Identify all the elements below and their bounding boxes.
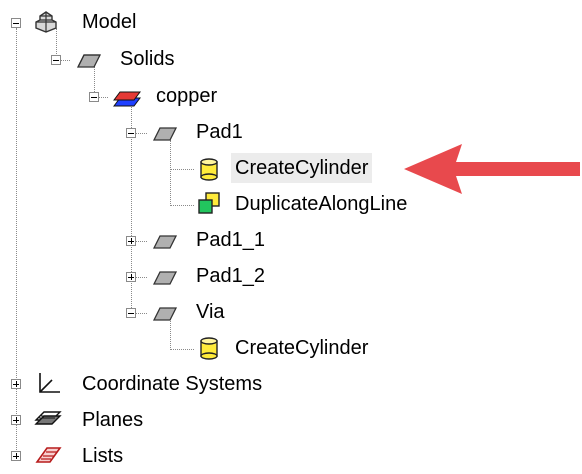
tree-line xyxy=(170,169,194,170)
pad1-label[interactable]: Pad1 xyxy=(196,117,243,147)
solid-icon xyxy=(150,264,178,288)
material-icon xyxy=(112,84,141,108)
pad1-duplicatealongline-label[interactable]: DuplicateAlongLine xyxy=(235,189,407,219)
coordinate-systems-expander[interactable] xyxy=(11,379,21,389)
via-expander[interactable] xyxy=(126,308,136,318)
coordinate-systems-label[interactable]: Coordinate Systems xyxy=(82,369,262,399)
via-label[interactable]: Via xyxy=(196,297,225,327)
coordinate-axes-icon xyxy=(34,370,62,394)
planes-expander[interactable] xyxy=(11,415,21,425)
tree-line xyxy=(170,205,194,206)
pad1-1-label[interactable]: Pad1_1 xyxy=(196,225,265,255)
planes-label[interactable]: Planes xyxy=(82,405,143,435)
model-label[interactable]: Model xyxy=(82,7,136,37)
model-tree: Model Solids copper Pad1 CreateCylinder … xyxy=(0,0,582,470)
via-createcylinder-label[interactable]: CreateCylinder xyxy=(235,333,368,363)
solid-icon xyxy=(150,120,178,144)
list-icon xyxy=(34,442,62,466)
cylinder-icon xyxy=(196,335,224,360)
pad1-1-expander[interactable] xyxy=(126,236,136,246)
pad1-2-expander[interactable] xyxy=(126,272,136,282)
duplicate-icon xyxy=(196,190,224,214)
cylinder-icon xyxy=(196,156,224,181)
model-icon xyxy=(32,10,60,34)
tree-line xyxy=(170,349,194,350)
tree-line xyxy=(170,140,171,204)
copper-label[interactable]: copper xyxy=(156,81,217,111)
tree-line xyxy=(16,28,17,456)
solids-expander[interactable] xyxy=(51,55,61,65)
model-expander[interactable] xyxy=(11,18,21,28)
red-arrow-icon xyxy=(404,140,582,204)
lists-label[interactable]: Lists xyxy=(82,441,123,471)
solid-icon xyxy=(74,47,102,71)
solid-icon xyxy=(150,228,178,252)
plane-icon xyxy=(34,406,62,430)
pad1-2-label[interactable]: Pad1_2 xyxy=(196,261,265,291)
pad1-createcylinder-label[interactable]: CreateCylinder xyxy=(231,153,373,183)
solids-label[interactable]: Solids xyxy=(120,44,174,74)
lists-expander[interactable] xyxy=(11,451,21,461)
solid-icon xyxy=(150,300,178,324)
copper-expander[interactable] xyxy=(89,92,99,102)
pad1-expander[interactable] xyxy=(126,128,136,138)
